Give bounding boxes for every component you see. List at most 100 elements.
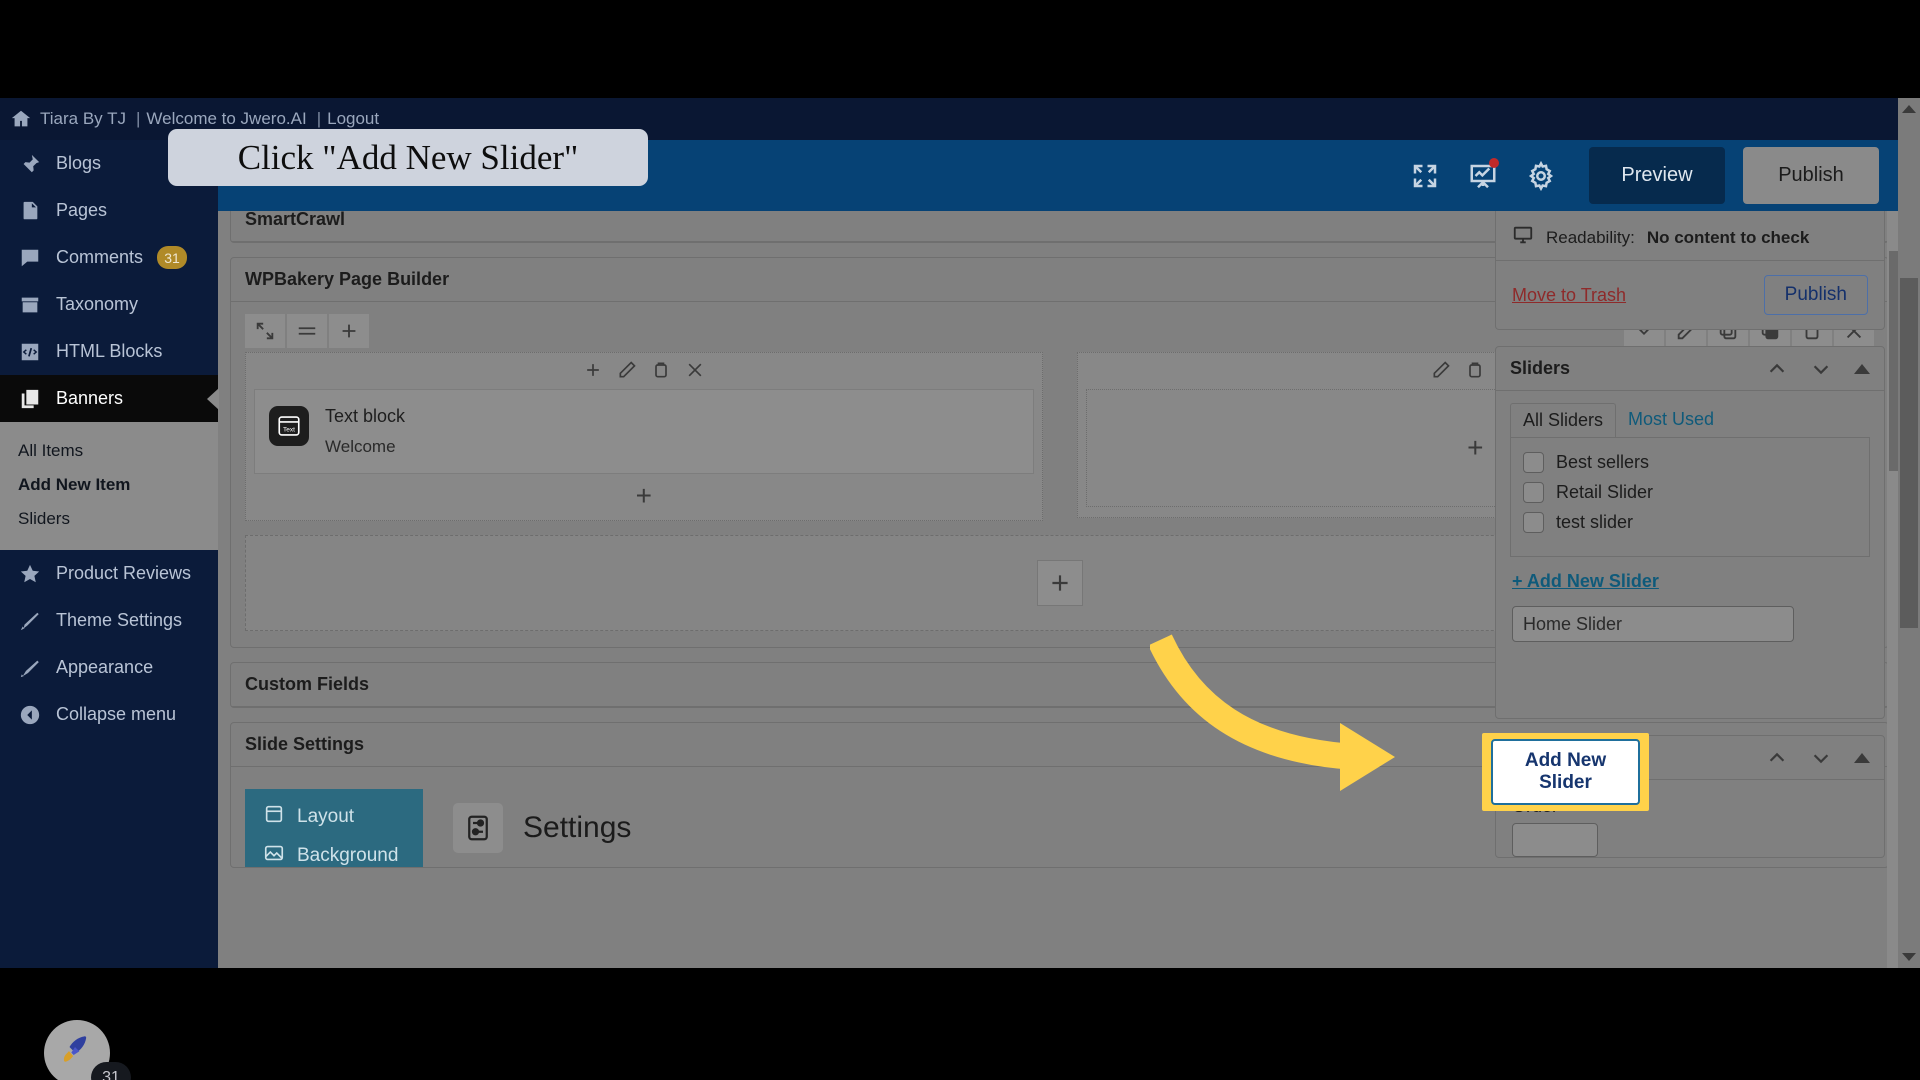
pencil-icon[interactable]: [617, 360, 637, 385]
sidebar-item-product-reviews[interactable]: Product Reviews: [0, 550, 218, 597]
readability-label: Readability:: [1546, 227, 1635, 247]
site-home-link[interactable]: Tiara By TJ: [10, 108, 126, 130]
sidebar-item-label: Collapse menu: [56, 704, 177, 724]
tab-most-used[interactable]: Most Used: [1616, 403, 1726, 437]
image-icon: [263, 845, 285, 867]
close-icon[interactable]: [685, 360, 705, 385]
layers-icon: [18, 387, 42, 411]
collapse-icon: [18, 703, 42, 727]
sidebar-item-appearance[interactable]: Appearance: [0, 644, 218, 691]
sidebar-item-collapse-menu[interactable]: Collapse menu: [0, 691, 218, 738]
toggle-panel-icon[interactable]: [1854, 363, 1870, 374]
slider-option-row[interactable]: Retail Slider: [1523, 482, 1857, 503]
element-content: Welcome: [325, 437, 396, 456]
metabox-title: Sliders: [1510, 358, 1571, 378]
plus-icon: +: [635, 480, 652, 511]
comments-count-badge: 31: [157, 246, 188, 269]
page-scrollbar[interactable]: [1898, 98, 1920, 968]
sidebar-item-label: HTML Blocks: [56, 341, 163, 361]
plus-icon[interactable]: [583, 360, 603, 385]
sidebar-item-theme-settings[interactable]: Theme Settings: [0, 597, 218, 644]
sidebar-item-taxonomy[interactable]: Taxonomy: [0, 281, 218, 328]
presentation-chart-icon[interactable]: [1463, 156, 1503, 196]
plus-icon: +: [1467, 432, 1484, 463]
scroll-up-arrow-icon[interactable]: [1898, 98, 1920, 120]
checkbox-test-slider[interactable]: [1523, 512, 1544, 533]
scroll-down-arrow-icon[interactable]: [1898, 946, 1920, 968]
pencil-icon[interactable]: [1431, 360, 1451, 385]
publish-actions: Move to Trash Publish: [1496, 260, 1884, 329]
sidebar-item-label: Comments: [56, 247, 144, 267]
clone-icon[interactable]: [651, 360, 671, 385]
wpbakery-column-left[interactable]: Text Text block Welcome +: [245, 352, 1043, 521]
tab-background[interactable]: Background: [245, 845, 423, 867]
sidebar-item-comments[interactable]: Comments 31: [0, 234, 218, 281]
pin-icon: [18, 152, 42, 176]
tab-all-sliders[interactable]: All Sliders: [1510, 403, 1617, 437]
slider-option-row[interactable]: Best sellers: [1523, 452, 1857, 473]
slider-option-row[interactable]: test slider: [1523, 512, 1857, 533]
plus-icon[interactable]: [329, 314, 369, 348]
gear-icon[interactable]: [1521, 156, 1561, 196]
home-icon: [10, 108, 32, 130]
add-element-left[interactable]: +: [254, 474, 1034, 510]
logout-link[interactable]: Logout: [327, 109, 379, 129]
move-down-icon[interactable]: [1810, 747, 1832, 769]
element-title: Text block: [325, 406, 406, 426]
add-new-slider-button[interactable]: Add New Slider: [1491, 739, 1640, 805]
wpbakery-toolbar: [245, 314, 369, 348]
publish-button[interactable]: Publish: [1763, 275, 1868, 315]
sliders-settings-icon: [453, 803, 503, 853]
expand-icon[interactable]: [245, 314, 285, 348]
metabox-header[interactable]: Sliders: [1496, 347, 1884, 391]
checkbox-retail-slider[interactable]: [1523, 482, 1544, 503]
move-down-icon[interactable]: [1810, 358, 1832, 380]
add-new-slider-link[interactable]: + Add New Slider: [1512, 571, 1868, 592]
archive-icon: [18, 293, 42, 317]
sliders-metabox: Sliders All Sliders Most Used Best selle…: [1495, 346, 1885, 719]
list-icon[interactable]: [287, 314, 327, 348]
order-input[interactable]: [1512, 823, 1598, 857]
tab-layout[interactable]: Layout: [245, 789, 423, 845]
submenu-item-sliders[interactable]: Sliders: [0, 502, 218, 536]
rocket-icon: [57, 1031, 97, 1076]
move-up-icon[interactable]: [1766, 747, 1788, 769]
adminbar-separator-2: |: [316, 109, 322, 128]
preview-button[interactable]: Preview: [1589, 147, 1725, 204]
star-icon: [18, 562, 42, 586]
submenu-item-all-items[interactable]: All Items: [0, 434, 218, 468]
move-to-trash-link[interactable]: Move to Trash: [1512, 285, 1626, 306]
checkbox-best-sellers[interactable]: [1523, 452, 1544, 473]
adminbar-separator-1: |: [135, 109, 141, 128]
sidebar-item-pages[interactable]: Pages: [0, 187, 218, 234]
brush-icon: [18, 609, 42, 633]
tab-label: Background: [297, 845, 399, 866]
readability-value: No content to check: [1646, 227, 1810, 247]
page-scrollbar-thumb[interactable]: [1900, 278, 1918, 628]
move-up-icon[interactable]: [1766, 358, 1788, 380]
user-avatar-area[interactable]: 31: [44, 1020, 184, 1080]
wpbakery-element-text-block[interactable]: Text Text block Welcome: [254, 389, 1034, 474]
add-new-slider-highlight-inner: Add New Slider: [1491, 739, 1640, 805]
clone-icon[interactable]: [1465, 360, 1485, 385]
admin-sidebar: Blogs Pages Comments 31 Taxonomy HTML Bl…: [0, 140, 219, 1080]
monitor-icon: [1512, 224, 1534, 251]
paintroller-icon: [18, 656, 42, 680]
slider-option-label: test slider: [1556, 512, 1634, 532]
banners-submenu: All Items Add New Item Sliders: [0, 422, 218, 550]
column-controls: [254, 359, 1034, 385]
sidebar-item-banners[interactable]: Banners: [0, 375, 219, 422]
code-icon: [18, 340, 42, 364]
submenu-pointer-icon: [207, 387, 219, 410]
sliders-tabs: All Sliders Most Used: [1496, 391, 1884, 437]
expand-icon[interactable]: [1405, 156, 1445, 196]
submenu-item-add-new-item[interactable]: Add New Item: [0, 468, 218, 502]
slider-option-label: Retail Slider: [1556, 482, 1654, 502]
sidebar-item-html-blocks[interactable]: HTML Blocks: [0, 328, 218, 375]
slider-option-label: Best sellers: [1556, 452, 1650, 472]
toggle-panel-icon[interactable]: [1854, 752, 1870, 763]
slide-settings-panel: Settings: [423, 789, 631, 867]
publish-toolbar-button[interactable]: Publish: [1743, 147, 1879, 204]
sliders-checkbox-list: Best sellers Retail Slider test slider: [1510, 437, 1870, 557]
new-slider-name-input[interactable]: [1512, 606, 1794, 642]
